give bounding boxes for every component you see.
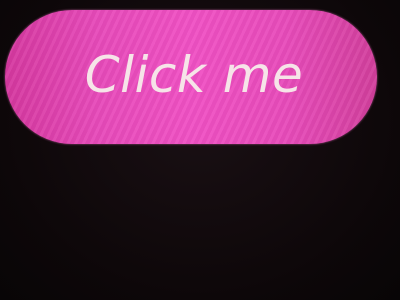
click-me-button-label: Click me <box>84 46 304 104</box>
screen-background: Click me <box>0 0 400 300</box>
click-me-button[interactable]: Click me <box>5 10 377 144</box>
